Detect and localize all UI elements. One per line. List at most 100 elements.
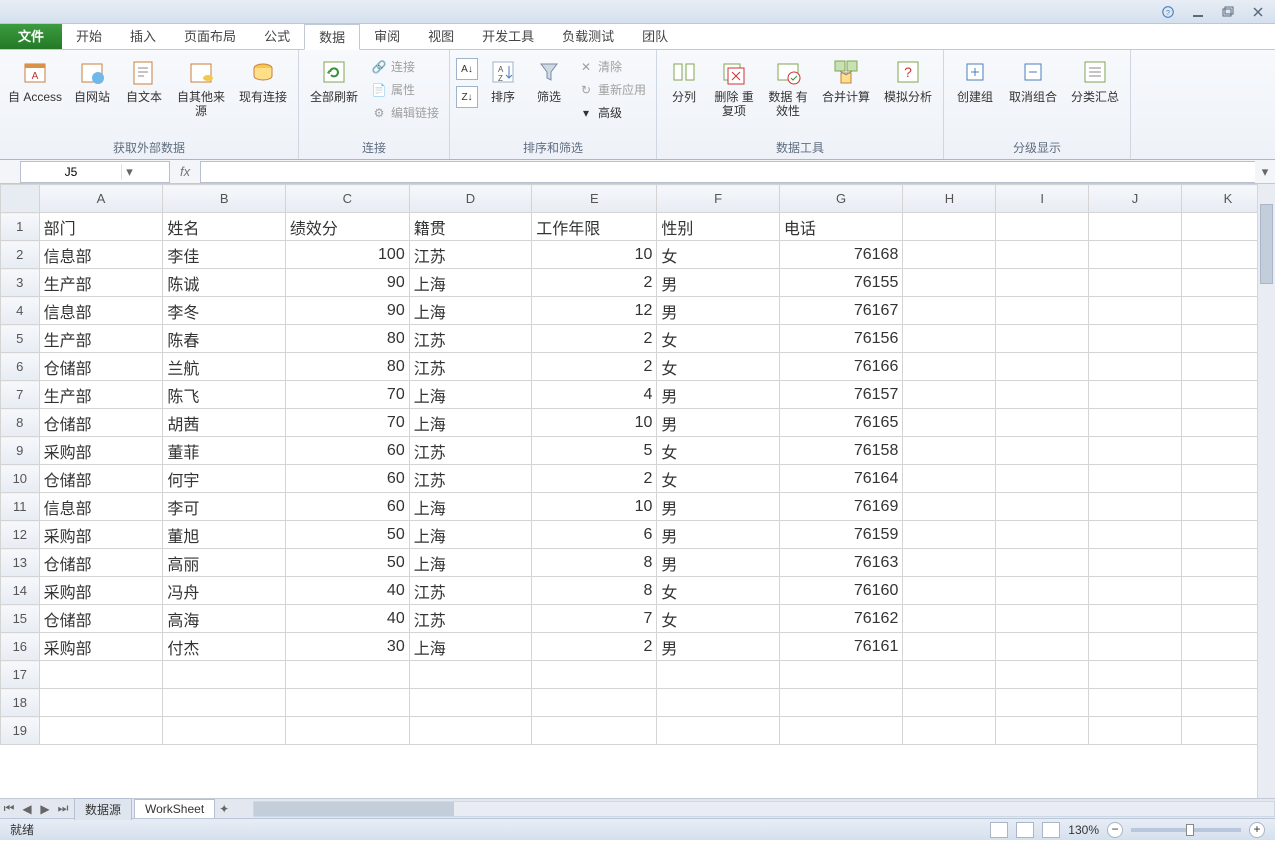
- cell[interactable]: 籍贯: [409, 213, 531, 241]
- text-to-columns-button[interactable]: 分列: [663, 54, 705, 118]
- cell[interactable]: [39, 661, 163, 689]
- cell[interactable]: 上海: [409, 409, 531, 437]
- cell[interactable]: 6: [532, 521, 657, 549]
- cell[interactable]: 60: [285, 465, 409, 493]
- cell[interactable]: [532, 661, 657, 689]
- cell[interactable]: 冯舟: [163, 577, 285, 605]
- cell[interactable]: [996, 633, 1089, 661]
- cell[interactable]: [532, 717, 657, 745]
- cell[interactable]: [996, 661, 1089, 689]
- cell[interactable]: 仓储部: [39, 549, 163, 577]
- cell[interactable]: [1089, 717, 1182, 745]
- cell[interactable]: 江苏: [409, 325, 531, 353]
- row-header[interactable]: 3: [1, 269, 40, 297]
- cell[interactable]: [996, 213, 1089, 241]
- row-header[interactable]: 9: [1, 437, 40, 465]
- cell[interactable]: 76159: [779, 521, 903, 549]
- group-button[interactable]: 创建组: [950, 54, 1000, 118]
- row-header[interactable]: 7: [1, 381, 40, 409]
- cell[interactable]: [996, 689, 1089, 717]
- cell[interactable]: [996, 493, 1089, 521]
- cell[interactable]: [1089, 633, 1182, 661]
- consolidate-button[interactable]: 合并计算: [817, 54, 875, 118]
- minimize-icon[interactable]: [1189, 4, 1207, 20]
- advanced-filter-button[interactable]: ▾高级: [574, 102, 650, 123]
- remove-dup-button[interactable]: 删除 重复项: [709, 54, 759, 118]
- cell[interactable]: [409, 661, 531, 689]
- cell[interactable]: 男: [657, 521, 779, 549]
- cell[interactable]: 仓储部: [39, 409, 163, 437]
- cell[interactable]: [996, 381, 1089, 409]
- cell[interactable]: 仓储部: [39, 465, 163, 493]
- cell[interactable]: [657, 717, 779, 745]
- cell[interactable]: [779, 717, 903, 745]
- cell[interactable]: [657, 661, 779, 689]
- cell[interactable]: 付杰: [163, 633, 285, 661]
- row-header[interactable]: 11: [1, 493, 40, 521]
- cell[interactable]: 男: [657, 297, 779, 325]
- cell[interactable]: 上海: [409, 633, 531, 661]
- cell[interactable]: [996, 577, 1089, 605]
- cell[interactable]: [1089, 381, 1182, 409]
- sheet-tab-data-source[interactable]: 数据源: [74, 798, 132, 820]
- col-header-E[interactable]: E: [532, 185, 657, 213]
- row-header[interactable]: 4: [1, 297, 40, 325]
- cell[interactable]: 上海: [409, 521, 531, 549]
- ungroup-button[interactable]: 取消组合: [1004, 54, 1062, 118]
- cell[interactable]: [903, 381, 996, 409]
- cell[interactable]: [996, 269, 1089, 297]
- cell[interactable]: 4: [532, 381, 657, 409]
- cell[interactable]: 生产部: [39, 269, 163, 297]
- cell[interactable]: 生产部: [39, 325, 163, 353]
- cell[interactable]: [996, 353, 1089, 381]
- cell[interactable]: 女: [657, 241, 779, 269]
- tab-data[interactable]: 数据: [304, 24, 360, 50]
- cell[interactable]: 兰航: [163, 353, 285, 381]
- cell[interactable]: 男: [657, 633, 779, 661]
- cell[interactable]: 上海: [409, 549, 531, 577]
- cell[interactable]: 40: [285, 605, 409, 633]
- cell[interactable]: 工作年限: [532, 213, 657, 241]
- help-icon[interactable]: ?: [1159, 4, 1177, 20]
- cell[interactable]: [1089, 325, 1182, 353]
- fx-icon[interactable]: fx: [170, 164, 200, 179]
- cell[interactable]: [903, 213, 996, 241]
- cell[interactable]: 女: [657, 353, 779, 381]
- cell[interactable]: 男: [657, 269, 779, 297]
- row-header[interactable]: 10: [1, 465, 40, 493]
- cell[interactable]: [903, 465, 996, 493]
- restore-icon[interactable]: [1219, 4, 1237, 20]
- cell[interactable]: 江苏: [409, 465, 531, 493]
- cell[interactable]: [1089, 493, 1182, 521]
- cell[interactable]: [996, 605, 1089, 633]
- cell[interactable]: 8: [532, 577, 657, 605]
- cell[interactable]: 女: [657, 437, 779, 465]
- subtotal-button[interactable]: 分类汇总: [1066, 54, 1124, 118]
- cell[interactable]: 男: [657, 493, 779, 521]
- cell[interactable]: [285, 717, 409, 745]
- cell[interactable]: 76167: [779, 297, 903, 325]
- refresh-all-button[interactable]: 全部刷新: [305, 54, 363, 118]
- tab-review[interactable]: 审阅: [360, 24, 414, 49]
- cell[interactable]: [903, 325, 996, 353]
- vertical-scrollbar[interactable]: [1257, 184, 1275, 798]
- new-sheet-icon[interactable]: ✦: [215, 802, 233, 816]
- cell[interactable]: 2: [532, 353, 657, 381]
- row-header[interactable]: 12: [1, 521, 40, 549]
- cell[interactable]: 76163: [779, 549, 903, 577]
- cell[interactable]: [1089, 661, 1182, 689]
- from-text-button[interactable]: 自文本: [120, 54, 168, 118]
- cell[interactable]: 胡茜: [163, 409, 285, 437]
- cell[interactable]: 江苏: [409, 577, 531, 605]
- view-pagebreak-icon[interactable]: [1042, 822, 1060, 838]
- cell[interactable]: [1089, 241, 1182, 269]
- cell[interactable]: [779, 689, 903, 717]
- cell[interactable]: 90: [285, 297, 409, 325]
- sheet-nav-first-icon[interactable]: ⏮: [0, 801, 18, 816]
- cell[interactable]: [903, 549, 996, 577]
- sheet-nav-prev-icon[interactable]: ◀: [18, 802, 36, 816]
- existing-conn-button[interactable]: 现有连接: [234, 54, 292, 118]
- cell[interactable]: 江苏: [409, 353, 531, 381]
- cell[interactable]: 100: [285, 241, 409, 269]
- cell[interactable]: 女: [657, 577, 779, 605]
